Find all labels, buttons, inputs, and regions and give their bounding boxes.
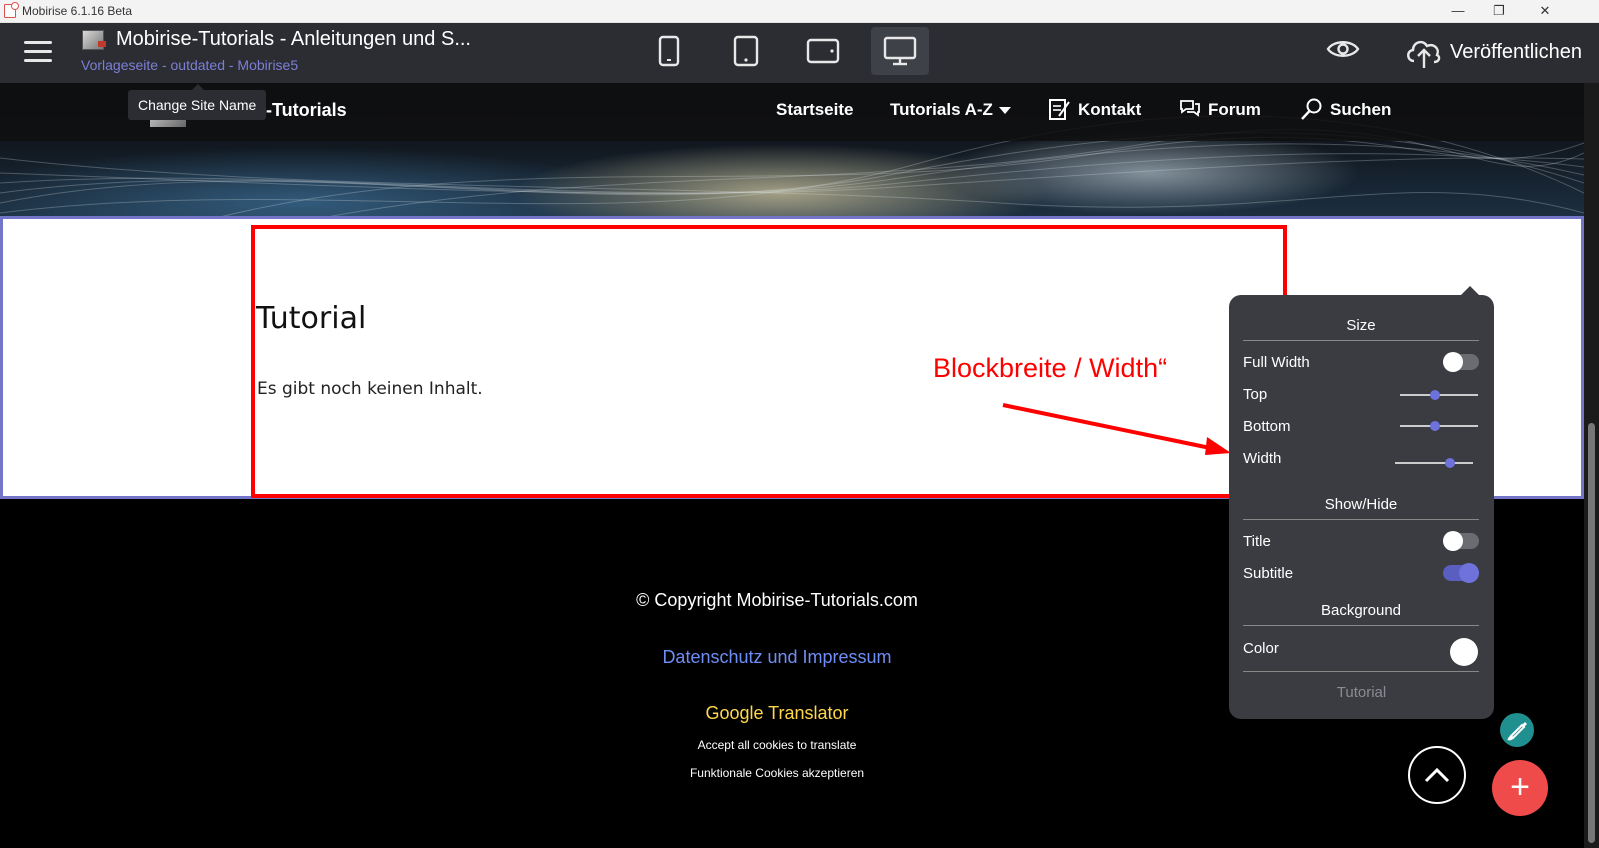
edit-note-icon (1048, 97, 1070, 126)
plus-icon: + (1510, 768, 1530, 806)
page-subtitle: Vorlageseite - outdated - Mobirise5 (81, 57, 299, 73)
color-label: Color (1243, 640, 1279, 657)
site-thumbnail-icon (82, 30, 106, 50)
os-titlebar: Mobirise 6.1.16 Beta — ❐ ✕ (0, 0, 1599, 23)
bottom-slider[interactable] (1400, 421, 1478, 431)
nav-suchen[interactable]: Suchen (1330, 100, 1391, 120)
site-name[interactable]: Mobirise-Tutorials - Anleitungen und S..… (116, 28, 471, 51)
size-heading: Size (1243, 317, 1479, 341)
bottom-label: Bottom (1243, 418, 1291, 435)
app-icon (4, 2, 19, 18)
background-color-swatch[interactable] (1450, 638, 1478, 666)
annotation-arrow (1002, 403, 1231, 455)
title-toggle-label: Title (1243, 533, 1271, 550)
brush-icon[interactable] (1500, 713, 1534, 747)
width-label: Width (1243, 450, 1282, 467)
tablet-landscape-view-button[interactable] (794, 27, 852, 75)
chevron-up-icon (1424, 767, 1450, 783)
window-title: Mobirise 6.1.16 Beta (22, 4, 133, 18)
width-slider[interactable] (1395, 458, 1473, 468)
showhide-heading: Show/Hide (1243, 496, 1479, 520)
annotation-label: Blockbreite / Width“ (933, 353, 1168, 383)
nav-tutorials-az-label: Tutorials A-Z (890, 100, 993, 119)
hamburger-menu-icon[interactable] (24, 41, 52, 63)
publish-label: Veröffentlichen (1450, 41, 1582, 63)
phone-view-button[interactable] (640, 27, 698, 75)
panel-block-name: Tutorial (1336, 684, 1387, 701)
desktop-view-button[interactable] (871, 27, 929, 75)
add-block-button[interactable]: + (1492, 760, 1548, 816)
chat-bubbles-icon (1178, 97, 1202, 124)
top-slider-handle[interactable] (1430, 390, 1441, 400)
panel-divider (1243, 671, 1479, 672)
tooltip: Change Site Name (128, 84, 267, 120)
top-slider[interactable] (1400, 390, 1478, 400)
bottom-slider-handle[interactable] (1430, 421, 1441, 431)
width-slider-handle[interactable] (1444, 458, 1455, 468)
caret-down-icon (998, 107, 1011, 115)
footer-cookies-note: Accept all cookies to translate (697, 738, 857, 752)
subtitle-toggle[interactable] (1443, 563, 1479, 583)
site-brand[interactable]: e-Tutorials (256, 100, 347, 121)
nav-kontakt[interactable]: Kontakt (1078, 100, 1141, 120)
top-label: Top (1243, 386, 1268, 403)
minimize-icon[interactable]: — (1448, 2, 1468, 20)
close-icon[interactable]: ✕ (1535, 2, 1555, 20)
full-width-label: Full Width (1243, 354, 1310, 371)
full-width-toggle[interactable] (1443, 352, 1479, 372)
scrollbar-thumb[interactable] (1588, 423, 1595, 843)
search-icon (1300, 97, 1324, 126)
scrollbar[interactable] (1584, 83, 1599, 848)
editor-toolbar: Mobirise-Tutorials - Anleitungen und S..… (0, 23, 1599, 83)
block-title[interactable]: Tutorial (256, 301, 366, 336)
block-settings-panel: Size Full Width Top Bottom Width Show/Hi… (1229, 286, 1494, 719)
block-text[interactable]: Es gibt noch keinen Inhalt. (257, 379, 483, 399)
tablet-view-button[interactable] (717, 27, 775, 75)
background-heading: Background (1243, 602, 1479, 626)
title-toggle[interactable] (1443, 531, 1479, 551)
scroll-top-button[interactable] (1408, 746, 1466, 804)
nav-startseite[interactable]: Startseite (776, 100, 853, 120)
nav-tutorials-az[interactable]: Tutorials A-Z (890, 100, 1011, 120)
nav-forum[interactable]: Forum (1208, 100, 1261, 120)
footer-accept-cookies[interactable]: Funktionale Cookies akzeptieren (0, 766, 1554, 780)
subtitle-toggle-label: Subtitle (1243, 565, 1294, 582)
maximize-icon[interactable]: ❐ (1489, 2, 1509, 20)
preview-eye-icon[interactable] (1326, 37, 1360, 66)
